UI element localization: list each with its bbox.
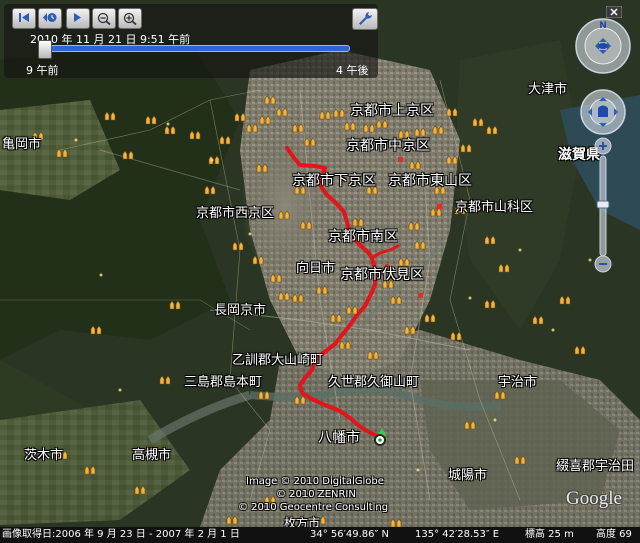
label-ukyo: 京都市西京区 xyxy=(196,206,275,221)
label-takatsuki: 高槻市 xyxy=(132,448,172,463)
skip-back-icon xyxy=(19,13,29,22)
look-joystick[interactable]: N xyxy=(575,18,631,74)
longitude-readout: 135° 42′28.53″ E xyxy=(415,529,500,540)
time-slider-handle[interactable] xyxy=(38,40,53,59)
elevation-readout: 標高 25 m xyxy=(525,529,574,540)
navigation-controls: N xyxy=(570,0,640,300)
zoom-in-time-button[interactable] xyxy=(118,8,142,29)
imagery-credit: Image © 2010 DigitalGlobe xyxy=(246,476,384,487)
time-slider-panel: 2010 年 11 月 21 日 9:51 午前 9 午前 4 午後 xyxy=(4,4,378,78)
time-settings-button[interactable] xyxy=(352,8,378,30)
move-joystick[interactable] xyxy=(580,89,626,135)
zoom-out-time-button[interactable] xyxy=(92,8,116,29)
label-higashiyama: 京都市東山区 xyxy=(388,173,472,189)
status-bar: 画像取得日:2006 年 9 月 23 日 - 2007 年 2 月 1 日 3… xyxy=(0,527,640,543)
clock-back-icon xyxy=(43,13,57,22)
label-yamashina: 京都市山科区 xyxy=(455,200,534,215)
map-viewer[interactable]: 亀岡市 大津市 京都市上京区 京都市中京区 京都市下京区 京都市東山区 京都市山… xyxy=(0,0,640,543)
eye-altitude-readout: 高度 69 xyxy=(596,529,632,540)
label-yawata: 八幡市 xyxy=(318,430,360,446)
label-fushimi: 京都市伏見区 xyxy=(340,267,424,283)
jump-to-start-button[interactable] xyxy=(12,8,36,29)
label-nakagyo: 京都市中京区 xyxy=(346,138,430,154)
step-forward-button[interactable] xyxy=(66,8,90,29)
hand-icon xyxy=(598,105,608,117)
label-kumiyama: 久世郡久御山町 xyxy=(328,375,420,390)
geo-credit: © 2010 Geocentre Consulting xyxy=(238,502,389,513)
latitude-readout: 34° 56′49.86″ N xyxy=(310,529,389,540)
imagery-date: 画像取得日:2006 年 9 月 23 日 - 2007 年 2 月 1 日 xyxy=(2,529,240,540)
map-credit: © 2010 ZENRIN xyxy=(276,489,356,500)
label-otsu: 大津市 xyxy=(528,82,568,97)
svg-text:N: N xyxy=(599,21,607,31)
zoom-out-icon xyxy=(97,12,111,25)
label-kameoka: 亀岡市 xyxy=(2,137,42,152)
zoom-handle xyxy=(596,200,610,209)
time-range-end: 4 午後 xyxy=(336,64,369,77)
zoom-in-icon xyxy=(123,12,137,25)
label-joyo: 城陽市 xyxy=(448,468,488,483)
label-kamigyo: 京都市上京区 xyxy=(350,103,434,119)
time-slider-track[interactable] xyxy=(38,45,350,52)
time-range-start: 9 午前 xyxy=(26,64,59,77)
play-back-button[interactable] xyxy=(38,8,62,29)
zoom-slider[interactable] xyxy=(594,137,612,273)
label-muko: 向日市 xyxy=(296,261,336,276)
label-shimamoto: 三島郡島本町 xyxy=(184,375,263,390)
label-uji: 宇治市 xyxy=(498,375,538,390)
label-ibaraki: 茨木市 xyxy=(24,448,64,463)
label-shimogyo: 京都市下京区 xyxy=(292,173,376,189)
google-logo: Google xyxy=(566,488,622,509)
label-oyamazaki: 乙訓郡大山崎町 xyxy=(232,353,324,368)
label-nagaokakyo: 長岡京市 xyxy=(214,303,267,318)
step-icon xyxy=(74,13,81,22)
label-minami: 京都市南区 xyxy=(328,229,398,245)
label-ujitawara: 綴喜郡宇治田 xyxy=(556,459,635,474)
wrench-icon xyxy=(359,12,372,25)
